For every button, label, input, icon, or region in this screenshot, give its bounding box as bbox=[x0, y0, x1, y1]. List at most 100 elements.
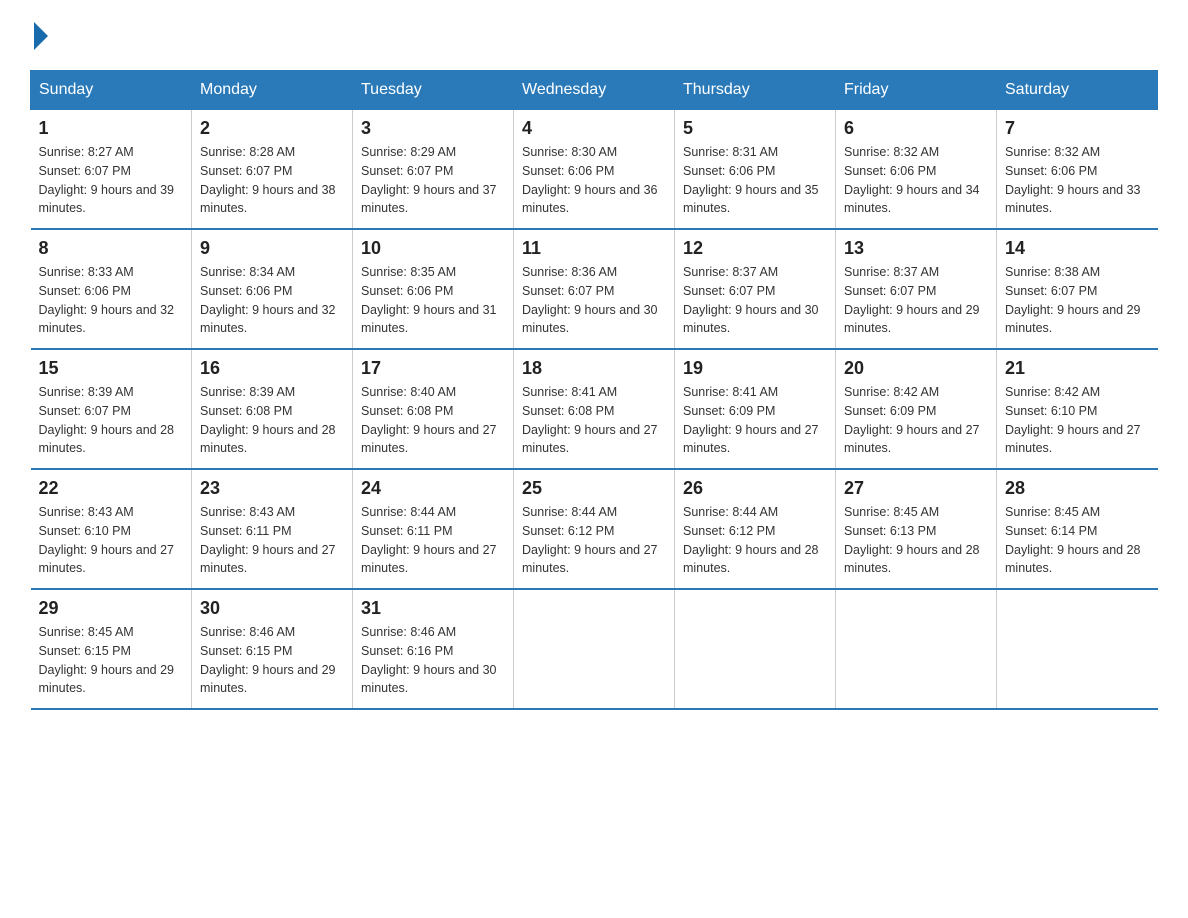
day-number: 24 bbox=[361, 478, 505, 499]
weekday-header-saturday: Saturday bbox=[997, 71, 1158, 110]
day-number: 25 bbox=[522, 478, 666, 499]
calendar-cell: 7 Sunrise: 8:32 AMSunset: 6:06 PMDayligh… bbox=[997, 110, 1158, 230]
day-info: Sunrise: 8:37 AMSunset: 6:07 PMDaylight:… bbox=[844, 265, 980, 335]
day-info: Sunrise: 8:46 AMSunset: 6:15 PMDaylight:… bbox=[200, 625, 336, 695]
day-info: Sunrise: 8:42 AMSunset: 6:10 PMDaylight:… bbox=[1005, 385, 1141, 455]
calendar-cell: 24 Sunrise: 8:44 AMSunset: 6:11 PMDaylig… bbox=[353, 469, 514, 589]
week-row-2: 8 Sunrise: 8:33 AMSunset: 6:06 PMDayligh… bbox=[31, 229, 1158, 349]
calendar-cell bbox=[997, 589, 1158, 709]
day-number: 1 bbox=[39, 118, 184, 139]
day-number: 20 bbox=[844, 358, 988, 379]
day-info: Sunrise: 8:45 AMSunset: 6:13 PMDaylight:… bbox=[844, 505, 980, 575]
day-number: 8 bbox=[39, 238, 184, 259]
calendar-cell: 19 Sunrise: 8:41 AMSunset: 6:09 PMDaylig… bbox=[675, 349, 836, 469]
weekday-header-wednesday: Wednesday bbox=[514, 71, 675, 110]
day-info: Sunrise: 8:28 AMSunset: 6:07 PMDaylight:… bbox=[200, 145, 336, 215]
calendar-cell: 22 Sunrise: 8:43 AMSunset: 6:10 PMDaylig… bbox=[31, 469, 192, 589]
day-number: 3 bbox=[361, 118, 505, 139]
day-info: Sunrise: 8:32 AMSunset: 6:06 PMDaylight:… bbox=[844, 145, 980, 215]
calendar-cell: 18 Sunrise: 8:41 AMSunset: 6:08 PMDaylig… bbox=[514, 349, 675, 469]
day-info: Sunrise: 8:42 AMSunset: 6:09 PMDaylight:… bbox=[844, 385, 980, 455]
day-info: Sunrise: 8:43 AMSunset: 6:10 PMDaylight:… bbox=[39, 505, 175, 575]
calendar-cell: 16 Sunrise: 8:39 AMSunset: 6:08 PMDaylig… bbox=[192, 349, 353, 469]
weekday-header-row: SundayMondayTuesdayWednesdayThursdayFrid… bbox=[31, 71, 1158, 110]
calendar-cell: 20 Sunrise: 8:42 AMSunset: 6:09 PMDaylig… bbox=[836, 349, 997, 469]
day-info: Sunrise: 8:33 AMSunset: 6:06 PMDaylight:… bbox=[39, 265, 175, 335]
calendar-cell: 17 Sunrise: 8:40 AMSunset: 6:08 PMDaylig… bbox=[353, 349, 514, 469]
day-number: 7 bbox=[1005, 118, 1150, 139]
calendar-cell: 14 Sunrise: 8:38 AMSunset: 6:07 PMDaylig… bbox=[997, 229, 1158, 349]
calendar-cell: 21 Sunrise: 8:42 AMSunset: 6:10 PMDaylig… bbox=[997, 349, 1158, 469]
weekday-header-tuesday: Tuesday bbox=[353, 71, 514, 110]
day-info: Sunrise: 8:35 AMSunset: 6:06 PMDaylight:… bbox=[361, 265, 497, 335]
weekday-header-monday: Monday bbox=[192, 71, 353, 110]
day-info: Sunrise: 8:40 AMSunset: 6:08 PMDaylight:… bbox=[361, 385, 497, 455]
day-number: 17 bbox=[361, 358, 505, 379]
calendar-cell: 30 Sunrise: 8:46 AMSunset: 6:15 PMDaylig… bbox=[192, 589, 353, 709]
day-number: 23 bbox=[200, 478, 344, 499]
day-info: Sunrise: 8:43 AMSunset: 6:11 PMDaylight:… bbox=[200, 505, 336, 575]
day-info: Sunrise: 8:30 AMSunset: 6:06 PMDaylight:… bbox=[522, 145, 658, 215]
day-info: Sunrise: 8:44 AMSunset: 6:12 PMDaylight:… bbox=[683, 505, 819, 575]
day-info: Sunrise: 8:34 AMSunset: 6:06 PMDaylight:… bbox=[200, 265, 336, 335]
day-info: Sunrise: 8:38 AMSunset: 6:07 PMDaylight:… bbox=[1005, 265, 1141, 335]
day-number: 11 bbox=[522, 238, 666, 259]
day-info: Sunrise: 8:41 AMSunset: 6:09 PMDaylight:… bbox=[683, 385, 819, 455]
weekday-header-thursday: Thursday bbox=[675, 71, 836, 110]
day-number: 27 bbox=[844, 478, 988, 499]
calendar-cell: 4 Sunrise: 8:30 AMSunset: 6:06 PMDayligh… bbox=[514, 110, 675, 230]
day-number: 2 bbox=[200, 118, 344, 139]
calendar-table: SundayMondayTuesdayWednesdayThursdayFrid… bbox=[30, 70, 1158, 710]
calendar-cell: 23 Sunrise: 8:43 AMSunset: 6:11 PMDaylig… bbox=[192, 469, 353, 589]
calendar-cell: 28 Sunrise: 8:45 AMSunset: 6:14 PMDaylig… bbox=[997, 469, 1158, 589]
day-info: Sunrise: 8:36 AMSunset: 6:07 PMDaylight:… bbox=[522, 265, 658, 335]
day-info: Sunrise: 8:37 AMSunset: 6:07 PMDaylight:… bbox=[683, 265, 819, 335]
day-number: 9 bbox=[200, 238, 344, 259]
calendar-cell: 25 Sunrise: 8:44 AMSunset: 6:12 PMDaylig… bbox=[514, 469, 675, 589]
calendar-cell: 5 Sunrise: 8:31 AMSunset: 6:06 PMDayligh… bbox=[675, 110, 836, 230]
day-number: 21 bbox=[1005, 358, 1150, 379]
calendar-cell: 29 Sunrise: 8:45 AMSunset: 6:15 PMDaylig… bbox=[31, 589, 192, 709]
day-number: 18 bbox=[522, 358, 666, 379]
calendar-cell bbox=[514, 589, 675, 709]
weekday-header-friday: Friday bbox=[836, 71, 997, 110]
calendar-cell: 3 Sunrise: 8:29 AMSunset: 6:07 PMDayligh… bbox=[353, 110, 514, 230]
calendar-cell: 9 Sunrise: 8:34 AMSunset: 6:06 PMDayligh… bbox=[192, 229, 353, 349]
day-number: 12 bbox=[683, 238, 827, 259]
calendar-cell: 27 Sunrise: 8:45 AMSunset: 6:13 PMDaylig… bbox=[836, 469, 997, 589]
day-number: 26 bbox=[683, 478, 827, 499]
day-number: 6 bbox=[844, 118, 988, 139]
week-row-4: 22 Sunrise: 8:43 AMSunset: 6:10 PMDaylig… bbox=[31, 469, 1158, 589]
calendar-cell: 13 Sunrise: 8:37 AMSunset: 6:07 PMDaylig… bbox=[836, 229, 997, 349]
day-info: Sunrise: 8:27 AMSunset: 6:07 PMDaylight:… bbox=[39, 145, 175, 215]
day-info: Sunrise: 8:44 AMSunset: 6:11 PMDaylight:… bbox=[361, 505, 497, 575]
day-info: Sunrise: 8:31 AMSunset: 6:06 PMDaylight:… bbox=[683, 145, 819, 215]
calendar-cell: 8 Sunrise: 8:33 AMSunset: 6:06 PMDayligh… bbox=[31, 229, 192, 349]
day-info: Sunrise: 8:41 AMSunset: 6:08 PMDaylight:… bbox=[522, 385, 658, 455]
week-row-3: 15 Sunrise: 8:39 AMSunset: 6:07 PMDaylig… bbox=[31, 349, 1158, 469]
day-info: Sunrise: 8:45 AMSunset: 6:15 PMDaylight:… bbox=[39, 625, 175, 695]
day-number: 22 bbox=[39, 478, 184, 499]
day-info: Sunrise: 8:45 AMSunset: 6:14 PMDaylight:… bbox=[1005, 505, 1141, 575]
day-number: 31 bbox=[361, 598, 505, 619]
logo bbox=[30, 20, 48, 50]
calendar-cell: 15 Sunrise: 8:39 AMSunset: 6:07 PMDaylig… bbox=[31, 349, 192, 469]
calendar-cell: 26 Sunrise: 8:44 AMSunset: 6:12 PMDaylig… bbox=[675, 469, 836, 589]
day-number: 29 bbox=[39, 598, 184, 619]
day-number: 30 bbox=[200, 598, 344, 619]
day-info: Sunrise: 8:29 AMSunset: 6:07 PMDaylight:… bbox=[361, 145, 497, 215]
day-number: 14 bbox=[1005, 238, 1150, 259]
calendar-cell bbox=[675, 589, 836, 709]
day-number: 28 bbox=[1005, 478, 1150, 499]
calendar-cell: 11 Sunrise: 8:36 AMSunset: 6:07 PMDaylig… bbox=[514, 229, 675, 349]
day-info: Sunrise: 8:46 AMSunset: 6:16 PMDaylight:… bbox=[361, 625, 497, 695]
calendar-cell: 2 Sunrise: 8:28 AMSunset: 6:07 PMDayligh… bbox=[192, 110, 353, 230]
day-number: 4 bbox=[522, 118, 666, 139]
day-number: 13 bbox=[844, 238, 988, 259]
day-info: Sunrise: 8:39 AMSunset: 6:08 PMDaylight:… bbox=[200, 385, 336, 455]
day-number: 16 bbox=[200, 358, 344, 379]
calendar-cell: 12 Sunrise: 8:37 AMSunset: 6:07 PMDaylig… bbox=[675, 229, 836, 349]
calendar-cell: 31 Sunrise: 8:46 AMSunset: 6:16 PMDaylig… bbox=[353, 589, 514, 709]
calendar-cell: 1 Sunrise: 8:27 AMSunset: 6:07 PMDayligh… bbox=[31, 110, 192, 230]
page-header bbox=[30, 20, 1158, 50]
